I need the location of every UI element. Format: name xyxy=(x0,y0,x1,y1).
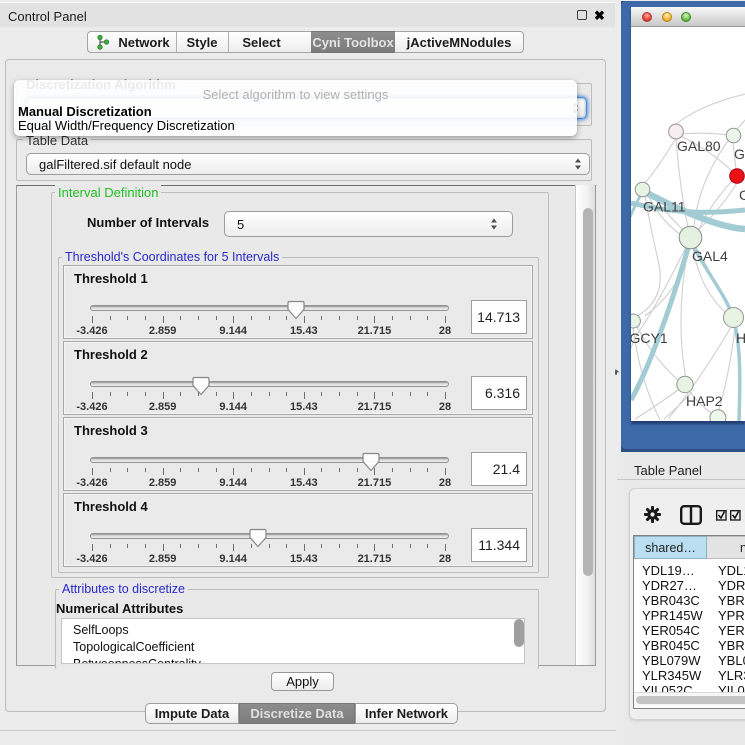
svg-text:GAL4: GAL4 xyxy=(692,248,728,264)
svg-text:GAL11: GAL11 xyxy=(643,199,686,215)
svg-text:H: H xyxy=(736,330,745,346)
svg-text:GAL80: GAL80 xyxy=(677,138,721,154)
svg-text:C: C xyxy=(739,187,745,203)
svg-text:GCY1: GCY1 xyxy=(631,330,668,346)
svg-text:HAP2: HAP2 xyxy=(686,393,723,409)
svg-text:GA: GA xyxy=(734,146,745,162)
